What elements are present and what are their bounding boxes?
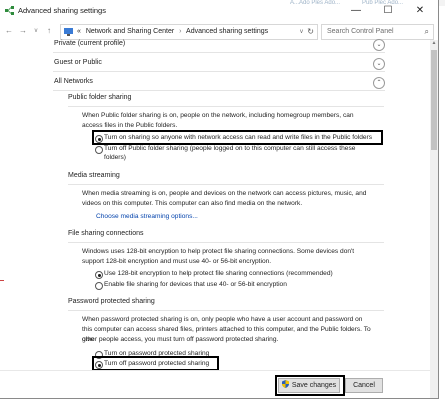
breadcrumb-separator[interactable]: › <box>176 28 184 35</box>
password-sharing-heading: Password protected sharing <box>68 298 384 311</box>
media-streaming-heading: Media streaming <box>68 172 384 185</box>
profile-guest-public[interactable]: Guest or Public ⌄ <box>53 57 385 72</box>
highlight-box <box>92 130 383 145</box>
profile-private[interactable]: Private (current profile) ⌄ <box>53 38 385 53</box>
scroll-thumb[interactable] <box>431 50 437 150</box>
profile-guest-label: Guest or Public <box>54 59 102 66</box>
highlight-box <box>92 356 219 371</box>
encryption-128-label[interactable]: Use 128-bit encryption to help protect f… <box>104 269 333 278</box>
public-folder-sharing-heading: Public folder sharing <box>68 94 384 107</box>
maximize-button[interactable]: ☐ <box>372 0 404 22</box>
window-title: Advanced sharing settings <box>18 6 106 15</box>
file-sharing-connections-title: File sharing connections <box>68 230 144 237</box>
file-sharing-desc-2: support 128-bit encryption and must use … <box>82 258 272 265</box>
encryption-40-label[interactable]: Enable file sharing for devices that use… <box>104 280 287 289</box>
breadcrumb-overflow[interactable]: « <box>77 28 81 35</box>
search-placeholder: Search Control Panel <box>327 28 394 35</box>
chevron-down-icon[interactable]: ⌄ <box>373 58 385 70</box>
public-sharing-off-label-2[interactable]: folders) <box>104 153 126 162</box>
refresh-icon[interactable]: ↻ <box>307 25 314 39</box>
public-folder-sharing-title: Public folder sharing <box>68 94 132 101</box>
file-sharing-connections-heading: File sharing connections <box>68 230 384 243</box>
control-panel-icon <box>64 28 73 36</box>
profile-all-label: All Networks <box>54 78 93 85</box>
background-edge <box>0 280 4 281</box>
password-sharing-title: Password protected sharing <box>68 298 155 305</box>
recent-locations-button[interactable]: v <box>31 25 41 37</box>
vertical-scrollbar[interactable]: ▲ <box>430 40 438 398</box>
profile-private-label: Private (current profile) <box>54 40 126 47</box>
encryption-128-radio[interactable] <box>95 271 103 279</box>
public-sharing-off-radio[interactable] <box>95 146 103 154</box>
close-button[interactable]: ✕ <box>404 0 436 22</box>
network-icon <box>5 6 14 15</box>
encryption-40-radio[interactable] <box>95 282 103 290</box>
back-button[interactable]: ← <box>4 25 14 37</box>
breadcrumb-network-sharing-center[interactable]: Network and Sharing Center <box>83 28 174 35</box>
media-streaming-options-link[interactable]: Choose media streaming options... <box>96 213 198 220</box>
cancel-button[interactable]: Cancel <box>345 378 383 393</box>
profile-all-networks[interactable]: All Networks ⌃ <box>53 76 385 91</box>
save-changes-button[interactable]: Save changes <box>278 378 340 393</box>
media-streaming-desc-1: When media streaming is on, people and d… <box>82 190 367 197</box>
chevron-up-icon[interactable]: ⌃ <box>373 77 385 89</box>
uac-shield-icon <box>281 380 289 388</box>
file-sharing-desc-1: Windows uses 128-bit encryption to help … <box>82 248 355 255</box>
public-folder-desc-1: When Public folder sharing is on, people… <box>82 112 354 119</box>
address-dropdown-button[interactable]: v <box>300 25 303 39</box>
search-icon[interactable]: ⌕ <box>425 25 429 39</box>
forward-button[interactable]: → <box>18 25 28 37</box>
breadcrumb-advanced-sharing[interactable]: Advanced sharing settings <box>186 28 268 35</box>
minimize-button[interactable]: — <box>340 0 372 22</box>
advanced-sharing-window: Advanced sharing settings A...Ado Ples A… <box>0 0 439 399</box>
title-bar: Advanced sharing settings A...Ado Ples A… <box>0 0 438 22</box>
password-sharing-desc-3: other people access, you must turn off p… <box>82 336 279 343</box>
scroll-up-icon[interactable]: ▲ <box>430 40 438 48</box>
footer-divider <box>0 370 430 371</box>
background-window-text: A...Ado Ples Ado... <box>290 0 341 6</box>
media-streaming-desc-2: videos on this computer. This computer c… <box>82 200 303 207</box>
chevron-down-icon[interactable]: ⌄ <box>373 39 385 51</box>
password-sharing-desc-1: When password protected sharing is on, o… <box>82 316 363 323</box>
media-streaming-title: Media streaming <box>68 172 120 179</box>
save-changes-label: Save changes <box>291 382 337 389</box>
up-button[interactable]: ↑ <box>44 25 54 37</box>
public-sharing-off-label-1[interactable]: Turn off Public folder sharing (people l… <box>104 144 355 153</box>
